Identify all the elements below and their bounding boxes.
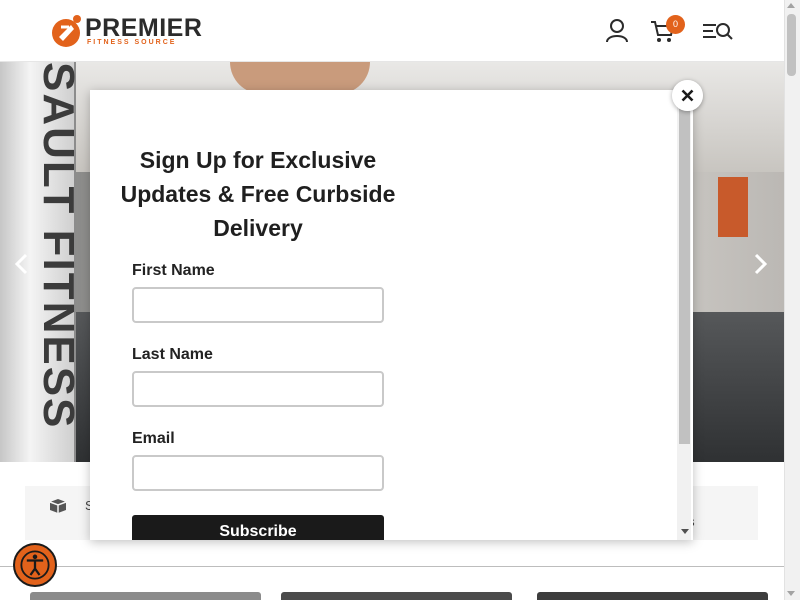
chevron-right-icon[interactable] (750, 252, 770, 276)
cart-count-badge: 0 (666, 15, 685, 34)
section-divider (0, 566, 784, 567)
accessibility-icon[interactable] (13, 543, 57, 587)
scroll-up-icon[interactable] (787, 3, 795, 8)
logo-mark-icon (52, 15, 81, 47)
product-card[interactable] (537, 592, 768, 600)
product-card[interactable] (30, 592, 261, 600)
last-name-field[interactable] (132, 371, 384, 407)
modal-scroll-thumb[interactable] (679, 104, 690, 444)
modal-heading: Sign Up for Exclusive Updates & Free Cur… (120, 147, 396, 241)
close-icon[interactable] (672, 80, 703, 111)
first-name-label: First Name (132, 262, 215, 279)
hero-equipment (718, 177, 748, 237)
logo-subtitle: FITNESS SOURCE (87, 39, 177, 46)
last-name-label: Last Name (132, 346, 213, 363)
product-card[interactable] (281, 592, 512, 600)
account-icon[interactable] (604, 18, 630, 44)
logo-title: PREMIER (85, 14, 203, 42)
email-field[interactable] (132, 455, 384, 491)
email-label: Email (132, 430, 175, 447)
first-name-field[interactable] (132, 287, 384, 323)
chevron-left-icon[interactable] (12, 252, 32, 276)
package-icon (49, 499, 67, 513)
hero-image-text: SAULT FITNESS (34, 62, 83, 430)
modal-scroll-down-icon[interactable] (681, 529, 689, 534)
page-scroll-thumb[interactable] (787, 14, 796, 76)
logo[interactable]: PREMIER FITNESS SOURCE (51, 13, 203, 49)
scroll-down-icon[interactable] (787, 591, 795, 596)
subscribe-button[interactable]: Subscribe (132, 515, 384, 540)
menu-search-icon[interactable] (702, 18, 734, 44)
modal-clip-area: Subscribe (90, 500, 677, 540)
page-scrollbar[interactable] (784, 0, 800, 600)
page: PREMIER FITNESS SOURCE 0 SAULT FITNESS S… (0, 0, 800, 600)
site-header: PREMIER FITNESS SOURCE 0 (0, 0, 784, 62)
